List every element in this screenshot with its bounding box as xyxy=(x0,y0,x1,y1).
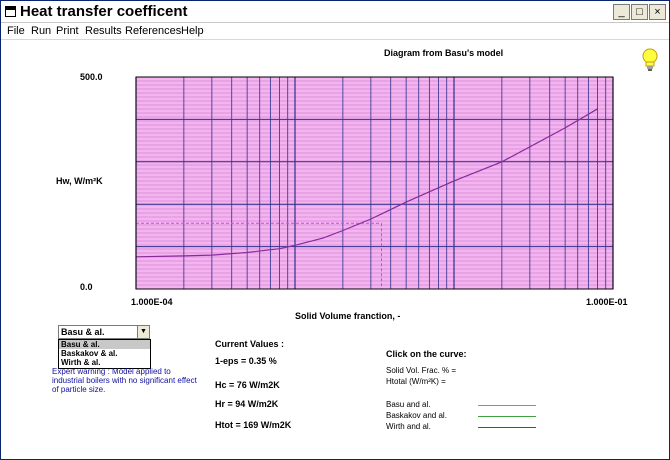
solid-vol-frac-label: Solid Vol. Frac. % = xyxy=(386,366,457,375)
legend-baskakov-label: Baskakov and al. xyxy=(386,411,447,420)
model-option-baskakov[interactable]: Baskakov & al. xyxy=(59,349,150,358)
legend-wirth-line xyxy=(478,427,536,428)
model-option-wirth[interactable]: Wirth & al. xyxy=(59,358,150,367)
hc-value: Hc = 76 W/m2K xyxy=(215,380,280,390)
legend-basu-label: Basu and al. xyxy=(386,400,431,409)
model-option-basu[interactable]: Basu & al. xyxy=(59,340,150,349)
click-curve-title: Click on the curve: xyxy=(386,349,467,359)
expert-warning: Expert warning : Model applied to indust… xyxy=(52,367,197,394)
model-select-value: Basu & al. xyxy=(61,327,105,337)
eps-value: 1-eps = 0.35 % xyxy=(215,356,277,366)
current-values-title: Current Values : xyxy=(215,339,285,349)
legend-basu-line xyxy=(478,405,536,406)
legend-baskakov-line xyxy=(478,416,536,417)
legend-wirth-label: Wirth and al. xyxy=(386,422,431,431)
hr-value: Hr = 94 W/m2K xyxy=(215,399,279,409)
htot-value: Htot = 169 W/m2K xyxy=(215,420,292,430)
model-dropdown-list: Basu & al. Baskakov & al. Wirth & al. xyxy=(58,339,151,369)
htotal-label: Htotal (W/m²K) = xyxy=(386,377,446,386)
chevron-down-icon[interactable]: ▼ xyxy=(137,326,149,338)
model-select[interactable]: Basu & al. ▼ xyxy=(58,325,150,339)
